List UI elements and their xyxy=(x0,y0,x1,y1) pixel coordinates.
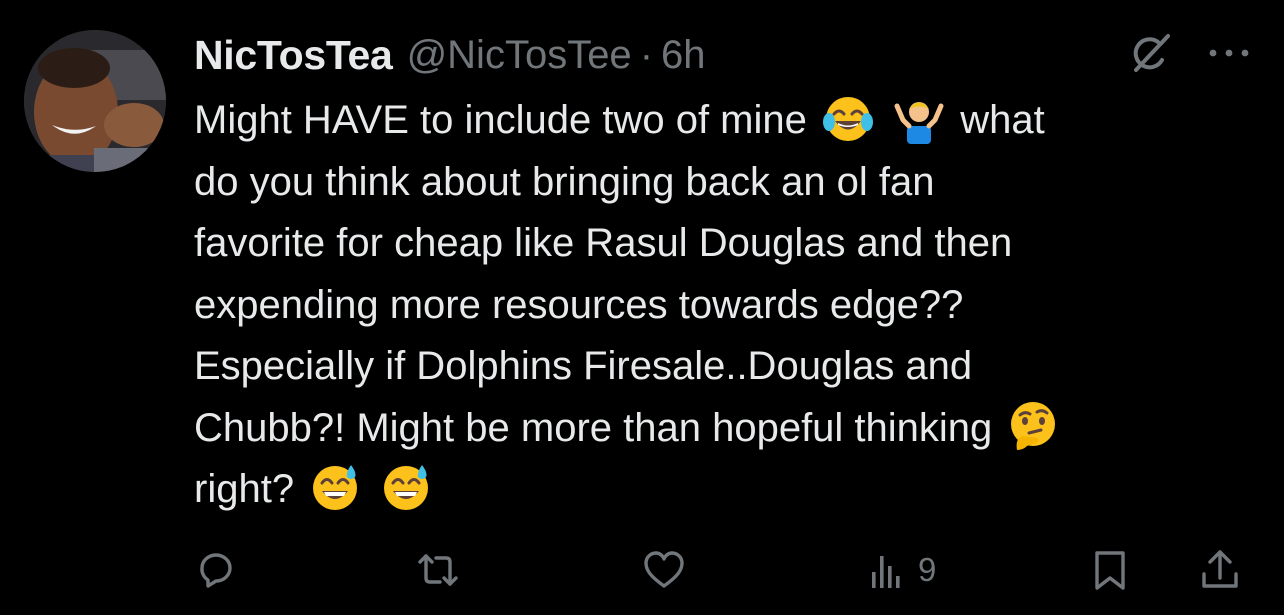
tweet-text-segment: Especially if Dolphins Firesale..Douglas… xyxy=(194,344,973,388)
tweet[interactable]: NicTosTea @NicTosTee · 6h Might HAVE to … xyxy=(0,0,1284,615)
separator-dot: · xyxy=(639,32,654,77)
reply-icon xyxy=(194,548,238,592)
like-button[interactable] xyxy=(642,540,686,600)
tweet-text-segment: what xyxy=(960,98,1045,142)
grinning-face-with-sweat-emoji xyxy=(380,461,432,513)
grinning-face-with-sweat-emoji xyxy=(309,461,361,513)
face-with-tears-of-joy-emoji xyxy=(822,92,874,144)
more-icon[interactable] xyxy=(1206,38,1252,68)
tweet-text: Might HAVE to include two of mine what d… xyxy=(194,90,1234,521)
avatar[interactable] xyxy=(24,30,166,172)
tweet-text-segment: Chubb?! Might be more than hopeful think… xyxy=(194,405,993,450)
reply-button[interactable] xyxy=(194,540,238,600)
bookmark-icon xyxy=(1088,548,1132,592)
tweet-text-segment: right? xyxy=(194,467,295,511)
tweet-text-segment: Might HAVE to include two of mine xyxy=(194,98,807,142)
share-icon xyxy=(1198,548,1242,592)
man-shrugging-emoji xyxy=(893,92,945,145)
tweet-text-line: Chubb?! Might be more than hopeful think… xyxy=(194,398,1234,460)
user-handle[interactable]: @NicTosTee xyxy=(407,33,632,78)
tweet-text-line: Might HAVE to include two of mine what xyxy=(194,90,1234,152)
tweet-text-line: do you think about bringing back an ol f… xyxy=(194,152,1234,214)
retweet-button[interactable] xyxy=(416,540,460,600)
retweet-icon xyxy=(416,548,460,592)
share-button[interactable] xyxy=(1198,540,1242,600)
tweet-text-line: favorite for cheap like Rasul Douglas an… xyxy=(194,213,1234,275)
like-icon xyxy=(642,548,686,592)
tweet-text-line: Especially if Dolphins Firesale..Douglas… xyxy=(194,336,1234,398)
views-count: 9 xyxy=(918,551,937,588)
tweet-text-segment: favorite for cheap like Rasul Douglas an… xyxy=(194,221,1013,265)
grok-icon[interactable] xyxy=(1128,30,1174,76)
display-name[interactable]: NicTosTea xyxy=(194,32,393,79)
timestamp[interactable]: 6h xyxy=(661,33,706,78)
tweet-text-segment: expending more resources towards edge?? xyxy=(194,282,964,327)
thinking-face-emoji xyxy=(1007,400,1059,452)
bookmark-button[interactable] xyxy=(1088,540,1132,600)
tweet-text-segment: do you think about bringing back an ol f… xyxy=(194,159,935,204)
tweet-header: NicTosTea @NicTosTee · 6h xyxy=(194,30,706,80)
action-bar: 9 xyxy=(0,540,1284,600)
tweet-text-line: right? xyxy=(194,459,1234,521)
views-button[interactable]: 9 xyxy=(864,540,936,600)
tweet-text-line: expending more resources towards edge?? xyxy=(194,275,1234,337)
views-icon xyxy=(864,548,908,592)
